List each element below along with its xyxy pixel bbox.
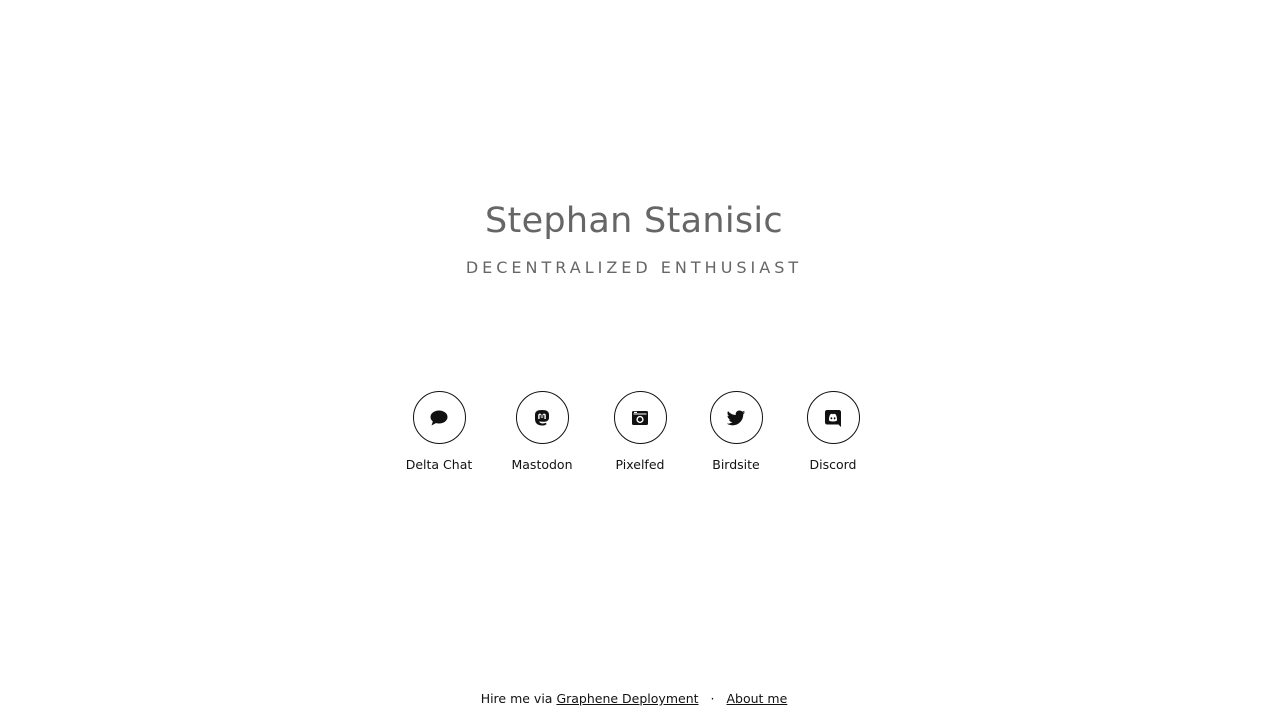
- social-link-discord[interactable]: Discord: [783, 391, 883, 473]
- camera-icon: [632, 410, 648, 425]
- footer: Hire me via Graphene Deployment · About me: [0, 690, 1268, 708]
- birdsite-circle: [709, 391, 763, 444]
- social-link-mastodon[interactable]: Mastodon: [492, 391, 592, 473]
- social-link-pixelfed[interactable]: Pixelfed: [590, 391, 690, 473]
- social-label-delta-chat: Delta Chat: [405, 457, 473, 472]
- footer-prefix: Hire me via: [480, 691, 557, 706]
- social-links: Delta Chat Mastodon Pixelfed Birdsite Di…: [0, 391, 1268, 481]
- twitter-bird-icon: [726, 410, 746, 425]
- about-me-link[interactable]: About me: [727, 691, 788, 706]
- graphene-deployment-link[interactable]: Graphene Deployment: [556, 691, 698, 706]
- tagline: DECENTRALIZED ENTHUSIAST: [465, 258, 803, 277]
- social-label-pixelfed: Pixelfed: [615, 457, 665, 472]
- discord-circle: [806, 391, 860, 444]
- speech-bubble-icon: [430, 410, 448, 425]
- pixelfed-circle: [613, 391, 667, 444]
- footer-separator: ·: [710, 691, 715, 706]
- social-link-delta-chat[interactable]: Delta Chat: [389, 391, 489, 473]
- profile-header: Stephan Stanisic DECENTRALIZED ENTHUSIAS…: [0, 198, 1268, 278]
- delta-chat-circle: [412, 391, 466, 444]
- mastodon-icon: [535, 409, 549, 425]
- social-link-birdsite[interactable]: Birdsite: [686, 391, 786, 473]
- mastodon-circle: [515, 391, 569, 444]
- social-label-birdsite: Birdsite: [712, 457, 760, 472]
- page-title: Stephan Stanisic: [485, 201, 783, 241]
- discord-icon: [825, 409, 841, 427]
- social-label-mastodon: Mastodon: [511, 457, 573, 472]
- social-label-discord: Discord: [809, 457, 857, 472]
